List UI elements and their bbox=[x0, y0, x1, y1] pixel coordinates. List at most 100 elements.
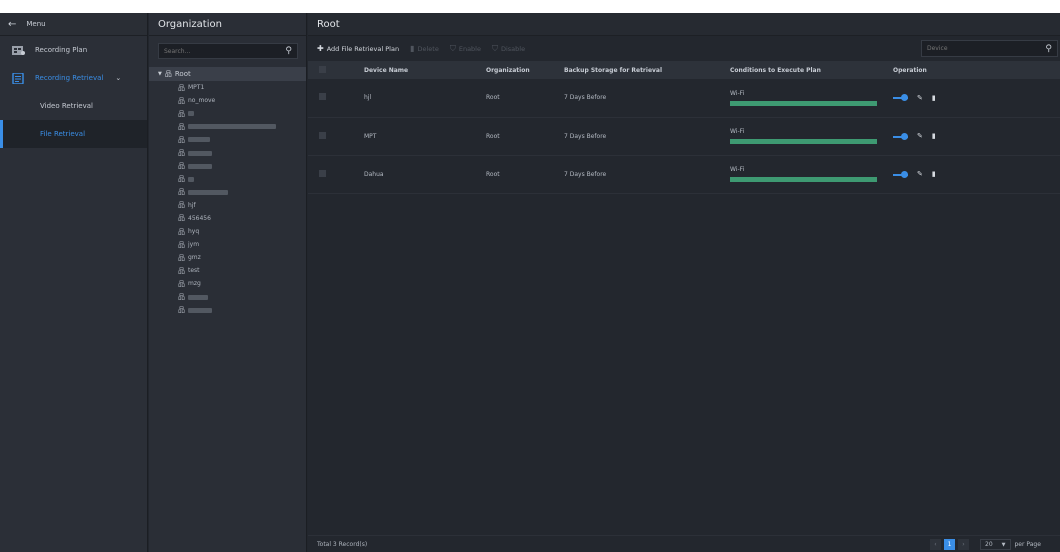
tree-node[interactable]: 品 456456 bbox=[149, 212, 306, 225]
menu-back-button[interactable]: ← Menu bbox=[0, 13, 147, 36]
device-node-icon: 品 bbox=[178, 175, 185, 184]
organization-icon: 品 bbox=[164, 70, 172, 78]
condition-cell: Wi-Fi bbox=[730, 79, 893, 117]
column-header[interactable]: Operation bbox=[893, 61, 1060, 79]
tree-node[interactable]: 品 jym bbox=[149, 238, 306, 251]
tree-node[interactable]: 品 bbox=[149, 133, 306, 146]
device-node-icon: 品 bbox=[178, 240, 185, 249]
shield-icon: ⛉ bbox=[449, 43, 456, 53]
redacted-label bbox=[188, 111, 194, 117]
backup-cell: 7 Days Before bbox=[564, 94, 607, 102]
redacted-label bbox=[188, 137, 210, 143]
tree-node[interactable]: 品 bbox=[149, 186, 306, 199]
operation-cell: ✎ ▮ bbox=[893, 155, 1060, 193]
shield-off-icon: ⛉ bbox=[491, 43, 498, 53]
enable-button[interactable]: ⛉ Enable bbox=[450, 44, 481, 54]
caret-down-icon[interactable]: ▼ bbox=[158, 71, 162, 77]
sub-item-video-retrieval[interactable]: Video Retrieval bbox=[0, 92, 147, 120]
edit-icon[interactable]: ✎ bbox=[917, 132, 923, 140]
tree-node[interactable]: 品 bbox=[149, 107, 306, 120]
tree-node[interactable]: 品 bbox=[149, 291, 306, 304]
organization-search-input[interactable] bbox=[164, 47, 274, 55]
device-node-icon: 品 bbox=[178, 122, 185, 131]
tree-node-root[interactable]: ▼ 品 Root bbox=[149, 67, 306, 81]
tree-node[interactable]: 品 hjf bbox=[149, 199, 306, 212]
search-icon[interactable]: ⚲ bbox=[1045, 44, 1052, 54]
tree-node[interactable]: 品 gmz bbox=[149, 251, 306, 264]
tree-node[interactable]: 品 hyq bbox=[149, 225, 306, 238]
table-row[interactable]: Dahua Root 7 Days Before Wi-Fi ✎ ▮ bbox=[308, 155, 1060, 193]
tree-node[interactable]: 品 bbox=[149, 160, 306, 173]
table-row[interactable]: hjl Root 7 Days Before Wi-Fi ✎ ▮ bbox=[308, 79, 1060, 117]
trash-icon[interactable]: ▮ bbox=[932, 132, 936, 140]
table-header-row: Device Name Organization Backup Storage … bbox=[308, 61, 1060, 79]
organization-search: ⚲ bbox=[158, 43, 298, 59]
table-footer: Total 3 Record(s) ‹ 1 › 20 ▼ per Page bbox=[308, 535, 1060, 552]
condition-bar bbox=[730, 139, 877, 144]
back-arrow-icon: ← bbox=[8, 18, 17, 30]
trash-icon: ▮ bbox=[410, 44, 415, 53]
device-name-cell: MPT bbox=[364, 132, 377, 140]
row-checkbox[interactable] bbox=[319, 93, 326, 101]
page-number-button[interactable]: 1 bbox=[944, 539, 955, 550]
add-plan-label: Add File Retrieval Plan bbox=[326, 44, 400, 53]
column-header[interactable]: Backup Storage for Retrieval bbox=[564, 61, 730, 79]
tree-node[interactable]: 品 test bbox=[149, 264, 306, 277]
tree-children: 品 MPT1 品 no_move 品品品品品品品品 hjf 品 456456 品 hyq 品 jym 品… bbox=[149, 81, 306, 317]
tree-node[interactable]: 品 bbox=[149, 304, 306, 317]
tree-node-label: test bbox=[188, 267, 200, 275]
row-checkbox[interactable] bbox=[319, 131, 326, 139]
redacted-label bbox=[188, 150, 212, 156]
toolbar: ✚ Add File Retrieval Plan ▮ Delete ⛉ Ena… bbox=[308, 36, 1060, 61]
recording-plan-icon bbox=[12, 45, 25, 56]
column-header[interactable]: Organization bbox=[486, 61, 564, 79]
row-checkbox[interactable] bbox=[319, 169, 326, 177]
device-node-icon: 品 bbox=[178, 83, 185, 92]
organization-panel: Organization ⚲ ▼ 品 Root 品MPT1品no_move品品品… bbox=[149, 13, 307, 552]
sub-item-file-retrieval[interactable]: File Retrieval bbox=[0, 120, 147, 148]
condition-bar bbox=[730, 177, 877, 182]
tree-node[interactable]: 品 mzg bbox=[149, 277, 306, 290]
device-search-input[interactable] bbox=[927, 45, 1027, 52]
caret-down-icon: ▼ bbox=[1001, 541, 1006, 548]
enable-toggle[interactable] bbox=[893, 94, 908, 102]
delete-button[interactable]: ▮ Delete bbox=[410, 44, 439, 53]
select-all-checkbox[interactable] bbox=[319, 65, 326, 73]
tree-node[interactable]: 品 MPT1 bbox=[149, 81, 306, 94]
search-icon[interactable]: ⚲ bbox=[285, 46, 292, 56]
enable-toggle[interactable] bbox=[893, 132, 908, 140]
trash-icon[interactable]: ▮ bbox=[932, 170, 936, 178]
column-header[interactable]: Conditions to Execute Plan bbox=[730, 61, 893, 79]
operation-cell: ✎ ▮ bbox=[893, 79, 1060, 117]
menu-item-recording-plan[interactable]: Recording Plan bbox=[0, 36, 147, 64]
tree-node-label: MPT1 bbox=[188, 84, 205, 92]
enable-toggle[interactable] bbox=[893, 170, 908, 178]
condition-cell: Wi-Fi bbox=[730, 117, 893, 155]
row-select-cell bbox=[308, 79, 364, 117]
device-node-icon: 品 bbox=[178, 279, 185, 288]
organization-cell: Root bbox=[486, 170, 500, 178]
per-page-select[interactable]: 20 ▼ bbox=[980, 539, 1011, 550]
edit-icon[interactable]: ✎ bbox=[917, 170, 923, 178]
app-window: ← Menu Recording Plan Recording Retrieva… bbox=[0, 13, 1060, 552]
tree-node[interactable]: 品 no_move bbox=[149, 94, 306, 107]
device-name-cell: Dahua bbox=[364, 170, 384, 178]
row-select-cell bbox=[308, 155, 364, 193]
disable-button[interactable]: ⛉ Disable bbox=[492, 44, 525, 54]
trash-icon[interactable]: ▮ bbox=[932, 94, 936, 102]
prev-page-button[interactable]: ‹ bbox=[930, 539, 941, 550]
device-node-icon: 品 bbox=[178, 188, 185, 197]
organization-title: Organization bbox=[149, 13, 306, 36]
add-plan-button[interactable]: ✚ Add File Retrieval Plan bbox=[317, 44, 399, 53]
tree-node[interactable]: 品 bbox=[149, 146, 306, 159]
device-node-icon: 品 bbox=[178, 162, 185, 171]
device-node-icon: 品 bbox=[178, 266, 185, 275]
table-row[interactable]: MPT Root 7 Days Before Wi-Fi ✎ ▮ bbox=[308, 117, 1060, 155]
menu-item-recording-retrieval[interactable]: Recording Retrieval ⌄ bbox=[0, 64, 147, 92]
tree-node[interactable]: 品 bbox=[149, 120, 306, 133]
edit-icon[interactable]: ✎ bbox=[917, 94, 923, 102]
device-node-icon: 品 bbox=[178, 135, 185, 144]
next-page-button[interactable]: › bbox=[958, 539, 969, 550]
tree-node[interactable]: 品 bbox=[149, 173, 306, 186]
column-header[interactable]: Device Name bbox=[364, 61, 486, 79]
